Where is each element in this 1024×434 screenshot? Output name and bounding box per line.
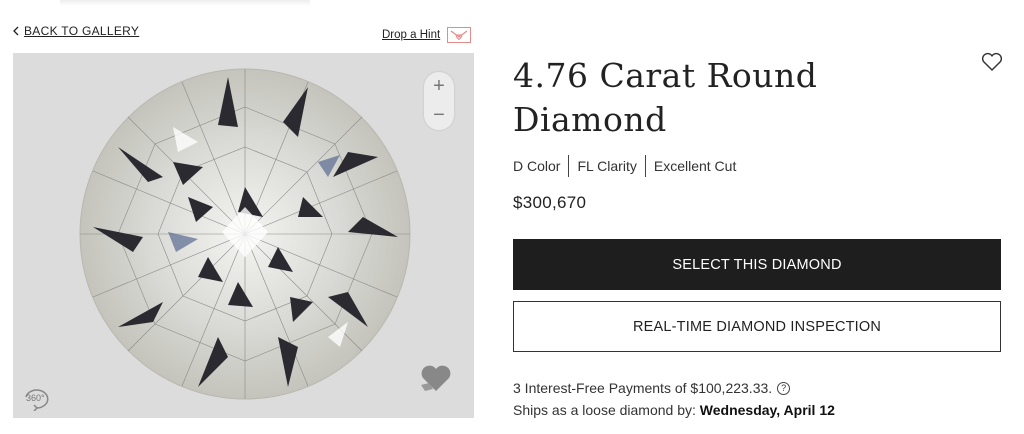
zoom-out-button[interactable]: − [424,101,454,130]
payment-info-text: 3 Interest-Free Payments of $100,223.33. [513,380,773,396]
diamond-image [79,68,411,400]
chevron-left-icon [13,26,19,36]
select-diamond-button[interactable]: SELECT THIS DIAMOND [513,239,1001,290]
spec-clarity: FL Clarity [568,155,644,177]
rotate-360-button[interactable]: 360° [22,385,52,416]
shipping-date: Wednesday, April 12 [699,402,835,418]
zoom-in-button[interactable]: + [424,72,454,101]
shipping-info: Ships as a loose diamond by: Wednesday, … [513,402,835,418]
zoom-controls: + − [424,72,454,130]
shipping-info-prefix: Ships as a loose diamond by: [513,402,696,418]
payment-info: 3 Interest-Free Payments of $100,223.33.… [513,380,791,396]
product-price: $300,670 [513,193,587,212]
heart-hand-icon[interactable] [419,363,453,393]
header-shadow [60,0,310,6]
envelope-heart-icon [447,27,472,43]
rotate-360-label: 360° [26,393,45,403]
drop-a-hint-label: Drop a Hint [382,29,441,41]
back-to-gallery-label: BACK TO GALLERY [24,24,140,38]
heart-icon[interactable] [981,52,1003,72]
drop-a-hint-link[interactable]: Drop a Hint [382,27,472,43]
back-to-gallery-link[interactable]: BACK TO GALLERY [13,24,139,38]
question-icon[interactable]: ? [777,381,791,395]
spec-cut: Excellent Cut [644,155,744,177]
diamond-inspection-button[interactable]: REAL-TIME DIAMOND INSPECTION [513,301,1001,352]
diamond-specs: D Color FL Clarity Excellent Cut [513,155,744,177]
diamond-image-viewer[interactable]: + − 360° [13,53,474,418]
spec-color: D Color [513,158,561,174]
product-title: 4.76 Carat Round Diamond [513,56,818,139]
